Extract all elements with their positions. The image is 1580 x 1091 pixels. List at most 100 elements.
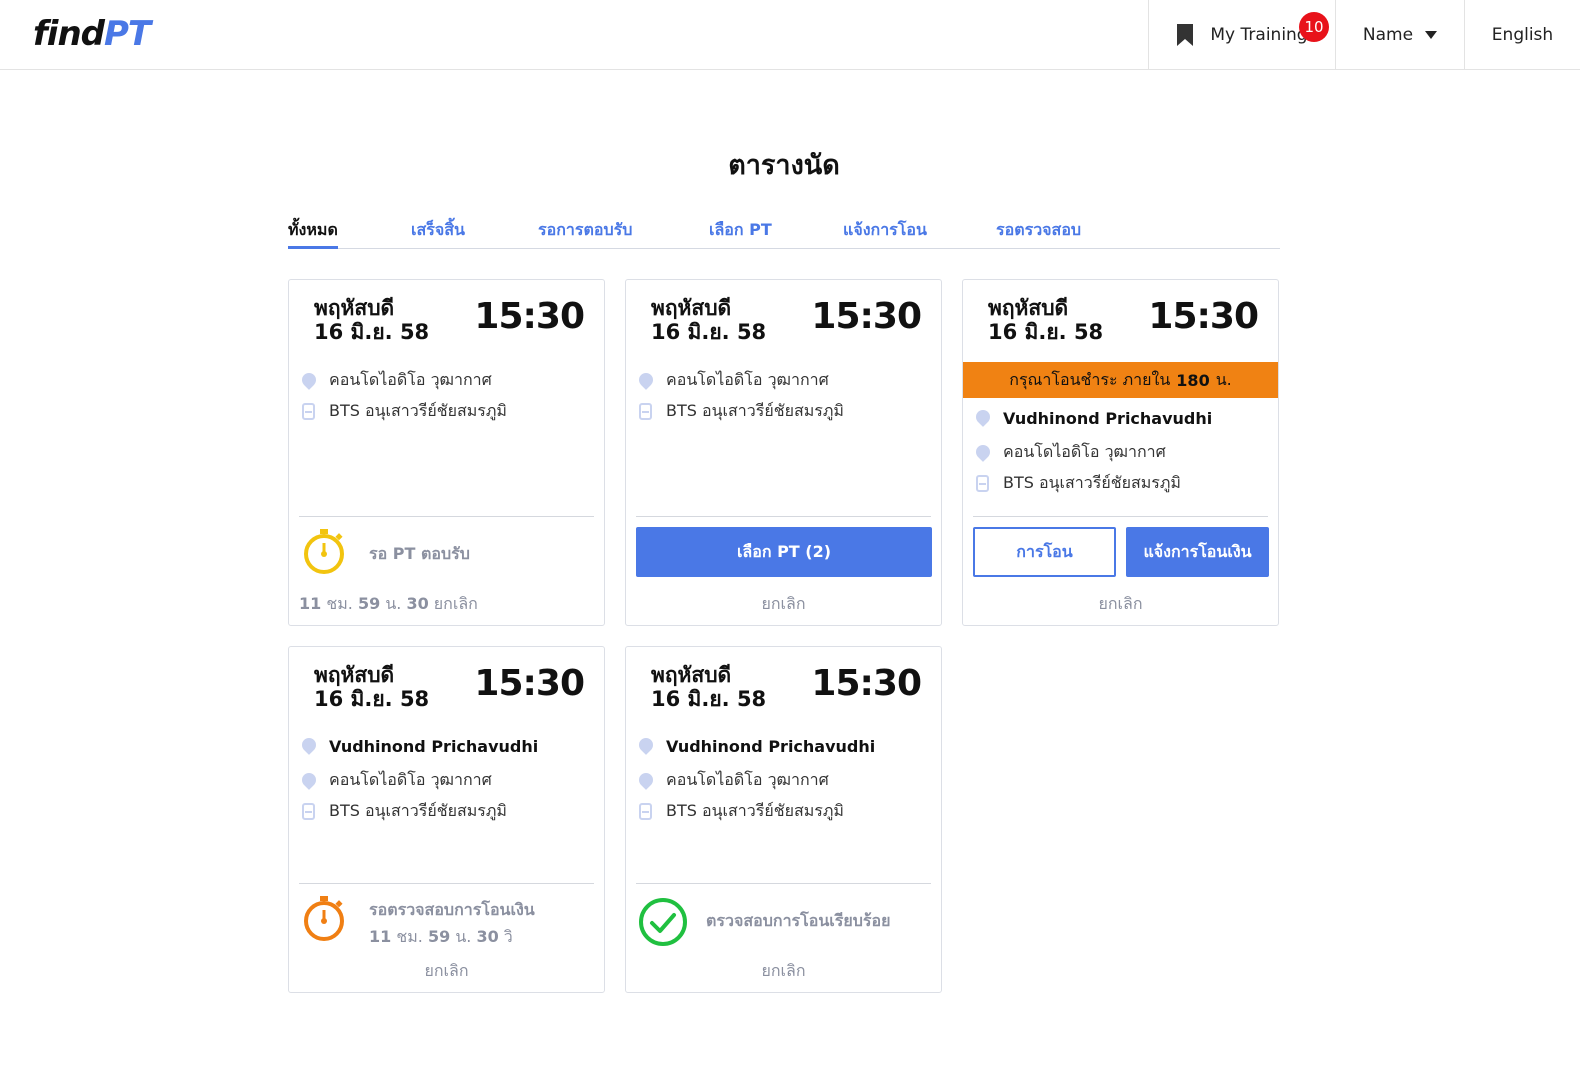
card-date: 16 มิ.ย. 58 [651,687,767,711]
findpt-logo[interactable]: findPT [33,14,151,54]
location-text: คอนโดไอดิโอ วุฒากาศ [1003,442,1166,461]
location-pin-icon [636,735,656,755]
location-row: คอนโดไอดิโอ วุฒากาศ [299,768,492,793]
hours-value: 11 [369,927,392,946]
location-pin-icon [299,769,319,790]
tab-awaiting-response[interactable]: รอการตอบรับ [538,218,632,249]
station-text: BTS อนุเสาวรีย์ชัยสมรภูมิ [329,801,507,820]
card-date: 16 มิ.ย. 58 [988,320,1104,344]
tab-all[interactable]: ทั้งหมด [288,218,338,249]
minutes-value: 59 [427,927,451,946]
banner-text: กรุณาโอนชำระ ภายใน [1009,369,1171,389]
card-date: 16 มิ.ย. 58 [651,320,767,344]
logo-text: find [33,14,105,54]
cancel-link[interactable]: ยกเลิก [289,959,604,984]
train-icon [639,802,652,820]
banner-minutes: 180 [1176,370,1210,390]
hours-unit: ชม. [326,594,353,613]
location-text: คอนโดไอดิโอ วุฒากาศ [329,370,492,389]
minutes-unit: น. [385,594,402,613]
trainer-row: Vudhinond Prichavudhi [636,735,876,756]
card-day: พฤหัสบดี [651,296,732,320]
divider [299,516,594,517]
my-training-label: My Training [1210,24,1308,45]
language-label: English [1491,24,1554,45]
train-icon [639,402,652,420]
status-text: รอ PT ตอบรับ [369,544,470,563]
transfer-button[interactable]: การโอน [973,527,1116,577]
card-day: พฤหัสบดี [314,296,395,320]
tab-select-pt[interactable]: เลือก PT [709,218,772,249]
notification-badge: 10 [1299,12,1329,42]
appointment-card: พฤหัสบดี 16 มิ.ย. 58 15:30 คอนโดไอดิโอ ว… [288,279,605,626]
cancel-link[interactable]: ยกเลิก [434,594,478,613]
divider [636,883,931,884]
cancel-link[interactable]: ยกเลิก [963,592,1278,617]
station-text: BTS อนุเสาวรีย์ชัยสมรภูมิ [666,801,844,820]
bookmark-icon [1177,23,1194,46]
card-time: 15:30 [811,296,922,337]
divider [299,883,594,884]
stopwatch-icon [304,529,344,574]
location-pin-icon [973,407,993,427]
card-day: พฤหัสบดี [651,663,732,687]
card-time: 15:30 [474,296,585,337]
minutes-unit: น. [455,927,472,946]
check-circle-icon [639,898,687,946]
station-text: BTS อนุเสาวรีย์ชัยสมรภูมิ [1003,473,1181,492]
countdown-timer: 11 ชม. 59 น. 30 ยกเลิก [299,592,478,617]
page-title: ตารางนัด [728,150,840,181]
location-text: คอนโดไอดิโอ วุฒากาศ [666,770,829,789]
minutes-value: 59 [357,594,381,613]
language-switch[interactable]: English [1464,0,1580,69]
user-name-label: Name [1362,24,1414,45]
location-text: คอนโดไอดิโอ วุฒากาศ [666,370,829,389]
location-row: คอนโดไอดิโอ วุฒากาศ [636,368,829,393]
tab-completed[interactable]: เสร็จสิ้น [411,218,465,249]
appointment-card: พฤหัสบดี 16 มิ.ย. 58 15:30 Vudhinond Pri… [625,646,942,993]
payment-deadline-banner: กรุณาโอนชำระ ภายใน 180 น. [963,362,1278,398]
location-text: คอนโดไอดิโอ วุฒากาศ [329,770,492,789]
station-text: BTS อนุเสาวรีย์ชัยสมรภูมิ [666,401,844,420]
trainer-name: Vudhinond Prichavudhi [329,736,539,756]
card-date: 16 มิ.ย. 58 [314,687,430,711]
station-row: BTS อนุเสาวรีย์ชัยสมรภูมิ [638,799,844,824]
appointment-card: พฤหัสบดี 16 มิ.ย. 58 15:30 คอนโดไอดิโอ ว… [625,279,942,626]
card-time: 15:30 [474,663,585,704]
tab-transfer-notice[interactable]: แจ้งการโอน [843,218,927,249]
banner-unit: น. [1215,369,1232,389]
train-icon [976,474,989,492]
train-icon [302,402,315,420]
caret-down-icon [1425,30,1438,39]
seconds-unit: วิ [503,927,513,946]
trainer-name: Vudhinond Prichavudhi [666,736,876,756]
trainer-row: Vudhinond Prichavudhi [973,407,1213,428]
location-pin-icon [636,769,656,790]
divider [636,516,931,517]
appointment-card: พฤหัสบดี 16 มิ.ย. 58 15:30 Vudhinond Pri… [288,646,605,993]
hours-unit: ชม. [396,927,423,946]
divider [973,516,1268,517]
select-pt-button[interactable]: เลือก PT (2) [636,527,932,577]
trainer-name: Vudhinond Prichavudhi [1003,408,1213,428]
seconds-value: 30 [406,594,429,613]
cancel-link[interactable]: ยกเลิก [626,592,941,617]
tab-awaiting-verification[interactable]: รอตรวจสอบ [996,218,1081,249]
card-time: 15:30 [811,663,922,704]
cancel-link[interactable]: ยกเลิก [626,959,941,984]
station-row: BTS อนุเสาวรีย์ชัยสมรภูมิ [975,471,1181,496]
notify-transfer-button[interactable]: แจ้งการโอนเงิน [1126,527,1269,577]
location-pin-icon [299,735,319,755]
location-pin-icon [299,369,319,390]
stopwatch-icon [304,896,344,941]
location-row: คอนโดไอดิโอ วุฒากาศ [299,368,492,393]
station-row: BTS อนุเสาวรีย์ชัยสมรภูมิ [301,399,507,424]
card-time: 15:30 [1148,296,1259,337]
hours-value: 11 [299,594,322,613]
station-row: BTS อนุเสาวรีย์ชัยสมรภูมิ [638,399,844,424]
countdown-timer: 11 ชม. 59 น. 30 วิ [369,925,513,950]
appointment-card: พฤหัสบดี 16 มิ.ย. 58 15:30 กรุณาโอนชำระ … [962,279,1279,626]
location-pin-icon [973,441,993,462]
location-row: คอนโดไอดิโอ วุฒากาศ [973,440,1166,465]
user-menu-dropdown[interactable]: Name [1335,0,1464,69]
